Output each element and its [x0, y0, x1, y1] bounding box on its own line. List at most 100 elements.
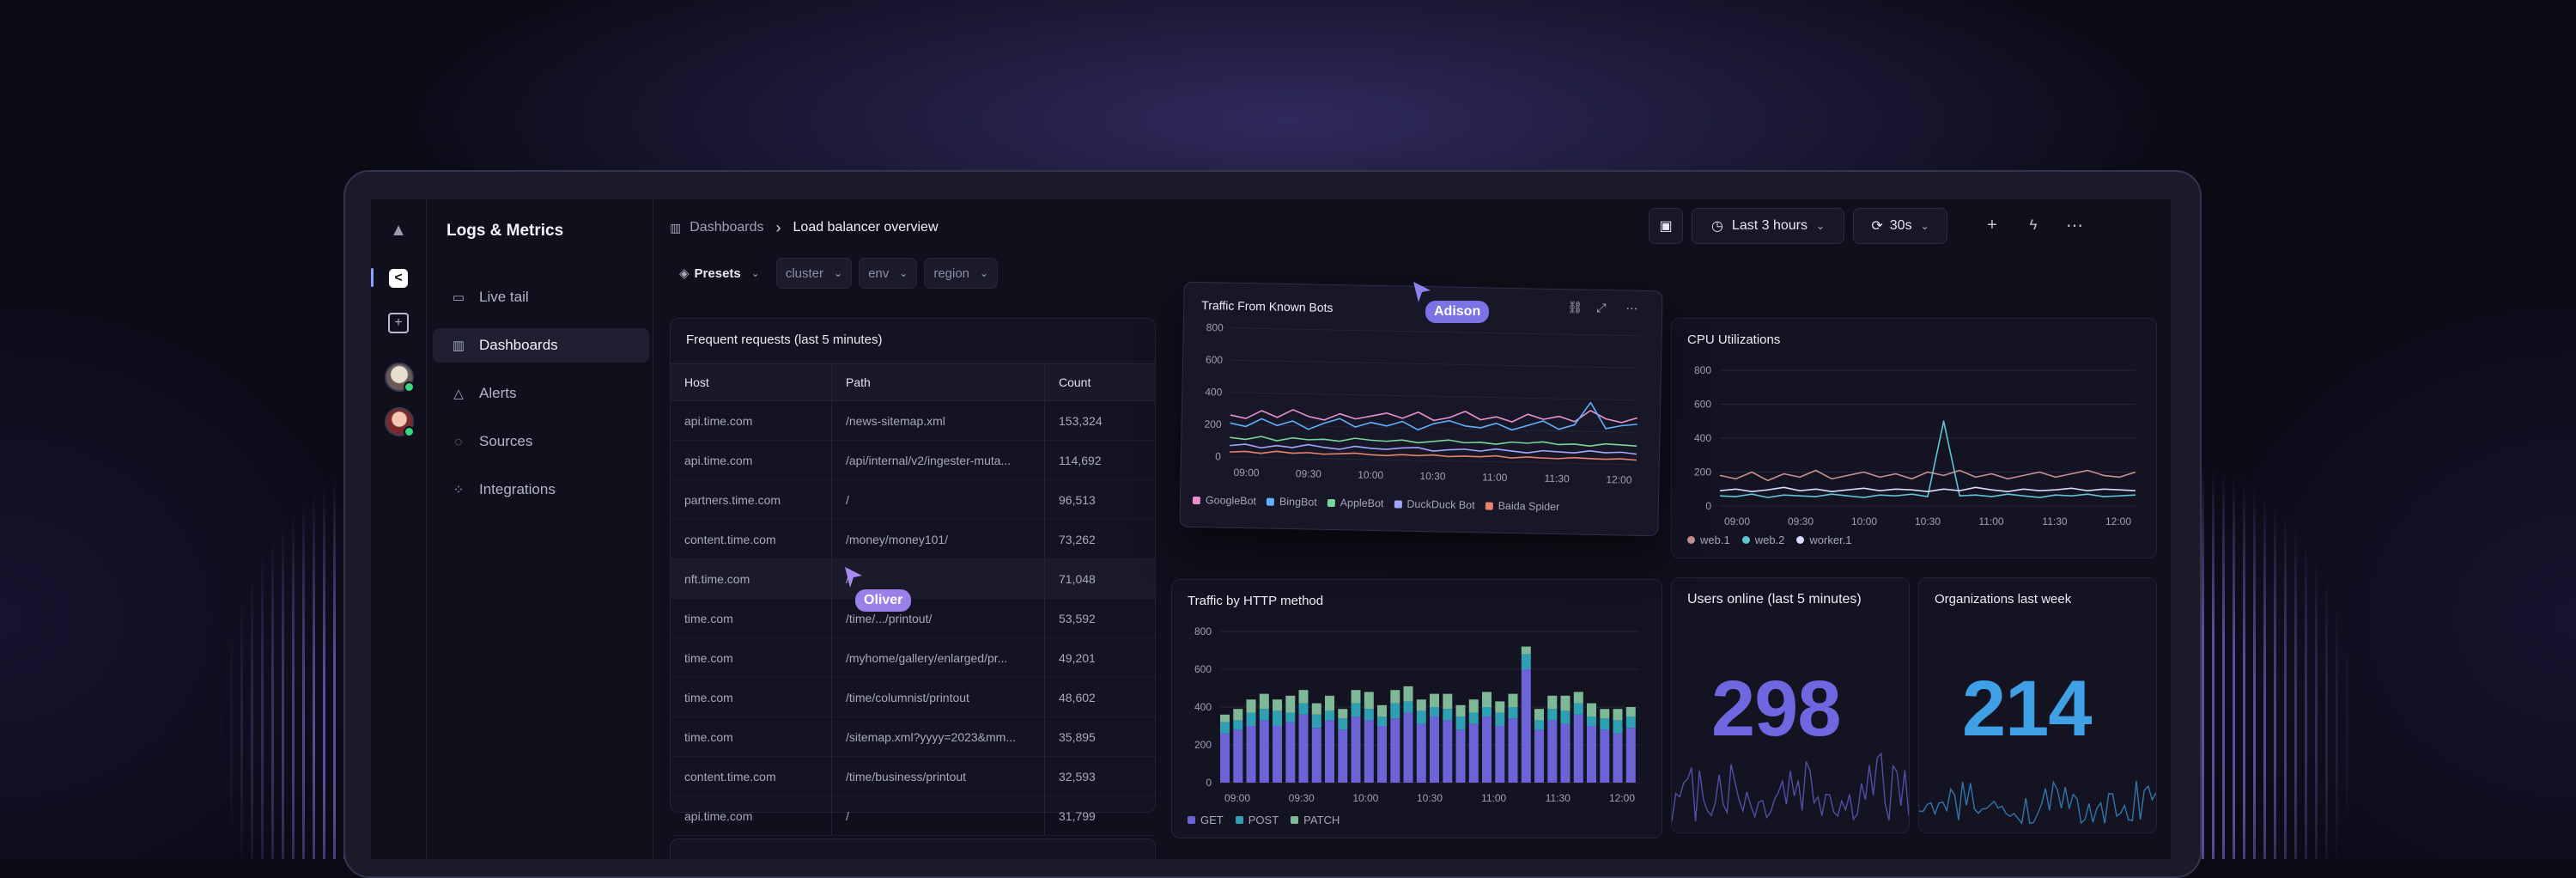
sidebar-item-sources[interactable]: ◌ Sources	[433, 424, 649, 459]
column-header-host[interactable]: Host	[671, 363, 832, 401]
bar-segment	[1285, 712, 1296, 723]
time-range-select[interactable]: ◷ Last 3 hours ⌄	[1692, 208, 1844, 244]
table-row[interactable]: api.time.com/31,799	[671, 796, 1155, 836]
region-filter[interactable]: region ⌄	[924, 258, 999, 289]
legend-item[interactable]: Baida Spider	[1485, 499, 1559, 513]
link-icon[interactable]: ⛓	[1567, 300, 1583, 314]
expand-icon[interactable]: ⤢	[1596, 301, 1607, 315]
icon-rail: ▲ < +	[371, 199, 427, 859]
x-tick-label: 10:30	[1419, 470, 1446, 483]
clock-icon: ◷	[1710, 219, 1723, 234]
host-cell: api.time.com	[671, 440, 832, 480]
bar-segment	[1587, 703, 1596, 716]
sidebar-item-integrations[interactable]: ⁘ Integrations	[433, 473, 649, 507]
table-row[interactable]: content.time.com/time/business/printout 3…	[671, 756, 1155, 796]
legend-item[interactable]: web.2	[1741, 534, 1784, 546]
bar-segment	[1443, 693, 1453, 710]
refresh-interval-label: 30s	[1889, 218, 1912, 233]
table-row[interactable]: api.time.com/api/internal/v2/ingester-mu…	[671, 440, 1155, 480]
sidebar-item-dashboards[interactable]: ▥ Dashboards	[433, 328, 649, 363]
add-panel-button[interactable]: +	[1975, 208, 2009, 242]
presets-label: Presets	[694, 265, 741, 281]
table-row[interactable]: partners.time.com/96,513	[671, 479, 1155, 520]
legend-item[interactable]: web.1	[1687, 534, 1730, 546]
requests-table: Host Path Count api.time.com/news-sitema…	[671, 363, 1155, 836]
avatar[interactable]	[385, 363, 415, 393]
bar-segment	[1482, 716, 1492, 783]
legend-item[interactable]: GET	[1188, 814, 1224, 826]
bar-segment	[1547, 695, 1558, 710]
bar-segment	[1338, 729, 1348, 783]
avatar[interactable]	[385, 407, 415, 437]
y-tick-label: 0	[1215, 450, 1221, 462]
y-tick-label: 800	[1206, 321, 1224, 333]
integrations-icon: ⁘	[453, 483, 465, 497]
bar-segment	[1377, 716, 1387, 726]
count-cell: 31,799	[1044, 796, 1155, 836]
table-row[interactable]: time.com/time/.../printout/53,592	[671, 598, 1155, 638]
x-tick-label: 09:00	[1233, 466, 1260, 479]
add-icon[interactable]: +	[386, 311, 410, 335]
more-options-icon[interactable]: ⋯	[1625, 302, 1637, 316]
bar-segment	[1468, 712, 1479, 724]
bar-segment	[1625, 728, 1636, 783]
grid-line	[1231, 359, 1638, 369]
x-tick-label: 11:00	[1482, 471, 1508, 484]
legend-item[interactable]: POST	[1235, 814, 1279, 826]
bar-segment	[1416, 699, 1426, 711]
known-bots-panel[interactable]: Traffic From Known Bots ⛓ ⤢ ⋯ 0 200 400 600…	[1179, 281, 1663, 537]
bar-segment	[1298, 690, 1309, 704]
bar-segment	[1430, 707, 1439, 716]
presets-dropdown[interactable]: ◈ Presets ⌄	[670, 258, 769, 289]
bar-segment	[1351, 690, 1361, 704]
more-options-icon[interactable]: ⋯	[2057, 208, 2092, 242]
x-tick-label: 11:30	[1546, 792, 1571, 804]
legend-item[interactable]: BingBot	[1266, 496, 1317, 509]
table-row[interactable]: time.com/sitemap.xml?yyyy=2023&mm... 35,8…	[671, 716, 1155, 757]
table-row[interactable]: time.com/time/columnist/printout 48,602	[671, 677, 1155, 717]
cpu-panel: CPU Utilizations 0 200 400 600 800 09:00 09:30…	[1671, 318, 2157, 558]
sidebar-item-alerts[interactable]: △ Alerts	[433, 376, 649, 411]
bar-segment	[1377, 726, 1387, 783]
x-tick-label: 11:30	[1544, 473, 1570, 485]
bar-segment	[1416, 710, 1426, 724]
bar-segment	[1573, 703, 1583, 715]
legend-item[interactable]: DuckDuck Bot	[1394, 497, 1475, 511]
bar-segment	[1364, 720, 1374, 783]
lightning-icon[interactable]: ϟ	[2016, 208, 2050, 242]
env-filter[interactable]: env ⌄	[859, 258, 918, 289]
legend-item[interactable]: AppleBot	[1327, 497, 1384, 509]
bar-segment	[1311, 714, 1321, 729]
legend-item[interactable]: worker.1	[1796, 534, 1852, 546]
x-tick-label: 09:30	[1788, 515, 1814, 527]
cluster-filter[interactable]: cluster ⌄	[775, 258, 853, 289]
table-row[interactable]: nft.time.com/71,048	[671, 558, 1155, 599]
organizations-panel: Organizations last week 214	[1918, 577, 2157, 833]
x-tick-label: 10:00	[1851, 515, 1877, 527]
host-cell: api.time.com	[671, 400, 832, 441]
x-tick-label: 12:00	[1606, 473, 1632, 486]
column-header-count[interactable]: Count	[1044, 363, 1155, 401]
chart-legend: GET POST PATCH	[1188, 814, 1340, 826]
logs-app-icon[interactable]: <	[386, 266, 410, 290]
refresh-icon: ⟳	[1871, 219, 1883, 234]
table-row[interactable]: content.time.com/money/money101/73,262	[671, 519, 1155, 559]
legend-item[interactable]: GoogleBot	[1192, 494, 1256, 507]
x-tick-label: 12:00	[2105, 515, 2131, 527]
refresh-interval-select[interactable]: ⟳ 30s ⌄	[1853, 208, 1947, 244]
cluster-filter-label: cluster	[785, 265, 824, 281]
host-cell: time.com	[671, 716, 832, 757]
panel-toggle-button[interactable]: ▣	[1649, 208, 1683, 244]
bar-segment	[1613, 709, 1623, 721]
chevron-down-icon: ⌄	[899, 267, 908, 279]
table-row[interactable]: api.time.com/news-sitemap.xml 153,324	[671, 400, 1155, 441]
bar-segment	[1273, 726, 1282, 783]
path-cell: /time/business/printout	[831, 756, 1045, 796]
breadcrumb-root[interactable]: Dashboards	[690, 220, 763, 235]
sidebar-item-live-tail[interactable]: ▭ Live tail	[433, 280, 649, 314]
table-row[interactable]: time.com/myhome/gallery/enlarged/pr... 49…	[671, 637, 1155, 678]
path-cell: /myhome/gallery/enlarged/pr...	[831, 637, 1045, 678]
legend-item[interactable]: PATCH	[1291, 814, 1340, 826]
column-header-path[interactable]: Path	[831, 363, 1045, 401]
bar-segment	[1220, 733, 1230, 783]
